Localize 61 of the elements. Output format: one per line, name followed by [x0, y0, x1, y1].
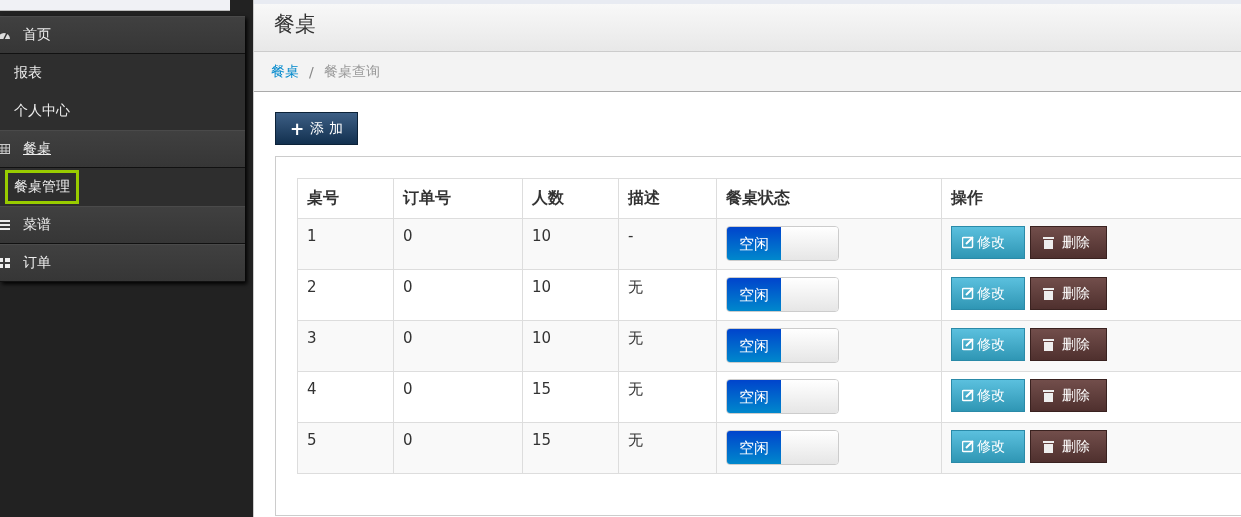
status-toggle[interactable]: 空闲: [726, 328, 839, 363]
table-cell: 无: [618, 371, 717, 423]
table-cell: 0: [393, 320, 523, 372]
table-cell: 2: [297, 269, 394, 321]
menu-group[interactable]: 首页: [0, 16, 245, 54]
breadcrumb-current: 餐桌查询: [323, 62, 380, 81]
table-cell: 0: [393, 218, 523, 270]
table-cell: 10: [522, 218, 619, 270]
table-cell: 无: [618, 269, 717, 321]
column-header: 描述: [618, 178, 717, 219]
edit-icon: [962, 389, 975, 402]
trash-icon: [1043, 440, 1054, 453]
menu-item[interactable]: 个人中心: [5, 94, 79, 128]
table-cell: 15: [522, 422, 619, 474]
add-button[interactable]: + 添 加: [275, 112, 358, 145]
edit-icon: [962, 440, 975, 453]
menu-group[interactable]: 餐桌: [0, 130, 245, 168]
column-header: 桌号: [297, 178, 394, 219]
list-icon: [0, 219, 10, 231]
status-toggle[interactable]: 空闲: [726, 226, 839, 261]
table-cell: 10: [522, 320, 619, 372]
delete-button[interactable]: 删除: [1030, 277, 1107, 310]
table-cell: 无: [618, 320, 717, 372]
table-cell: 0: [393, 269, 523, 321]
table-cell: 0: [393, 422, 523, 474]
breadcrumb-separator: /: [309, 63, 314, 80]
column-header: 人数: [522, 178, 619, 219]
breadcrumb-link[interactable]: 餐桌: [271, 62, 299, 81]
grid-icon: [0, 257, 10, 269]
page-title: 餐桌: [274, 11, 316, 38]
menu-group[interactable]: 订单: [0, 244, 245, 282]
edit-icon: [962, 338, 975, 351]
table-icon: [0, 143, 10, 155]
menu-group[interactable]: 菜谱: [0, 206, 245, 244]
status-toggle[interactable]: 空闲: [726, 277, 839, 312]
menu-item[interactable]: 餐桌管理: [5, 170, 79, 204]
status-toggle[interactable]: 空闲: [726, 430, 839, 465]
trash-icon: [1043, 389, 1054, 402]
trash-icon: [1043, 338, 1054, 351]
table-cell: -: [618, 218, 717, 270]
column-header: 订单号: [393, 178, 523, 219]
status-toggle[interactable]: 空闲: [726, 379, 839, 414]
delete-button[interactable]: 删除: [1030, 379, 1107, 412]
edit-icon: [962, 287, 975, 300]
column-header: 餐桌状态: [716, 178, 942, 219]
delete-button[interactable]: 删除: [1030, 226, 1107, 259]
table-cell: 5: [297, 422, 394, 474]
menu-item[interactable]: 报表: [5, 56, 51, 90]
table-cell: 1: [297, 218, 394, 270]
table-cell: 4: [297, 371, 394, 423]
trash-icon: [1043, 287, 1054, 300]
delete-button[interactable]: 删除: [1030, 430, 1107, 463]
edit-icon: [962, 236, 975, 249]
table-cell: 15: [522, 371, 619, 423]
delete-button[interactable]: 删除: [1030, 328, 1107, 361]
trash-icon: [1043, 236, 1054, 249]
column-header: 操作: [941, 178, 1241, 219]
table-cell: 0: [393, 371, 523, 423]
table-cell: 10: [522, 269, 619, 321]
table-cell: 3: [297, 320, 394, 372]
table-cell: 无: [618, 422, 717, 474]
